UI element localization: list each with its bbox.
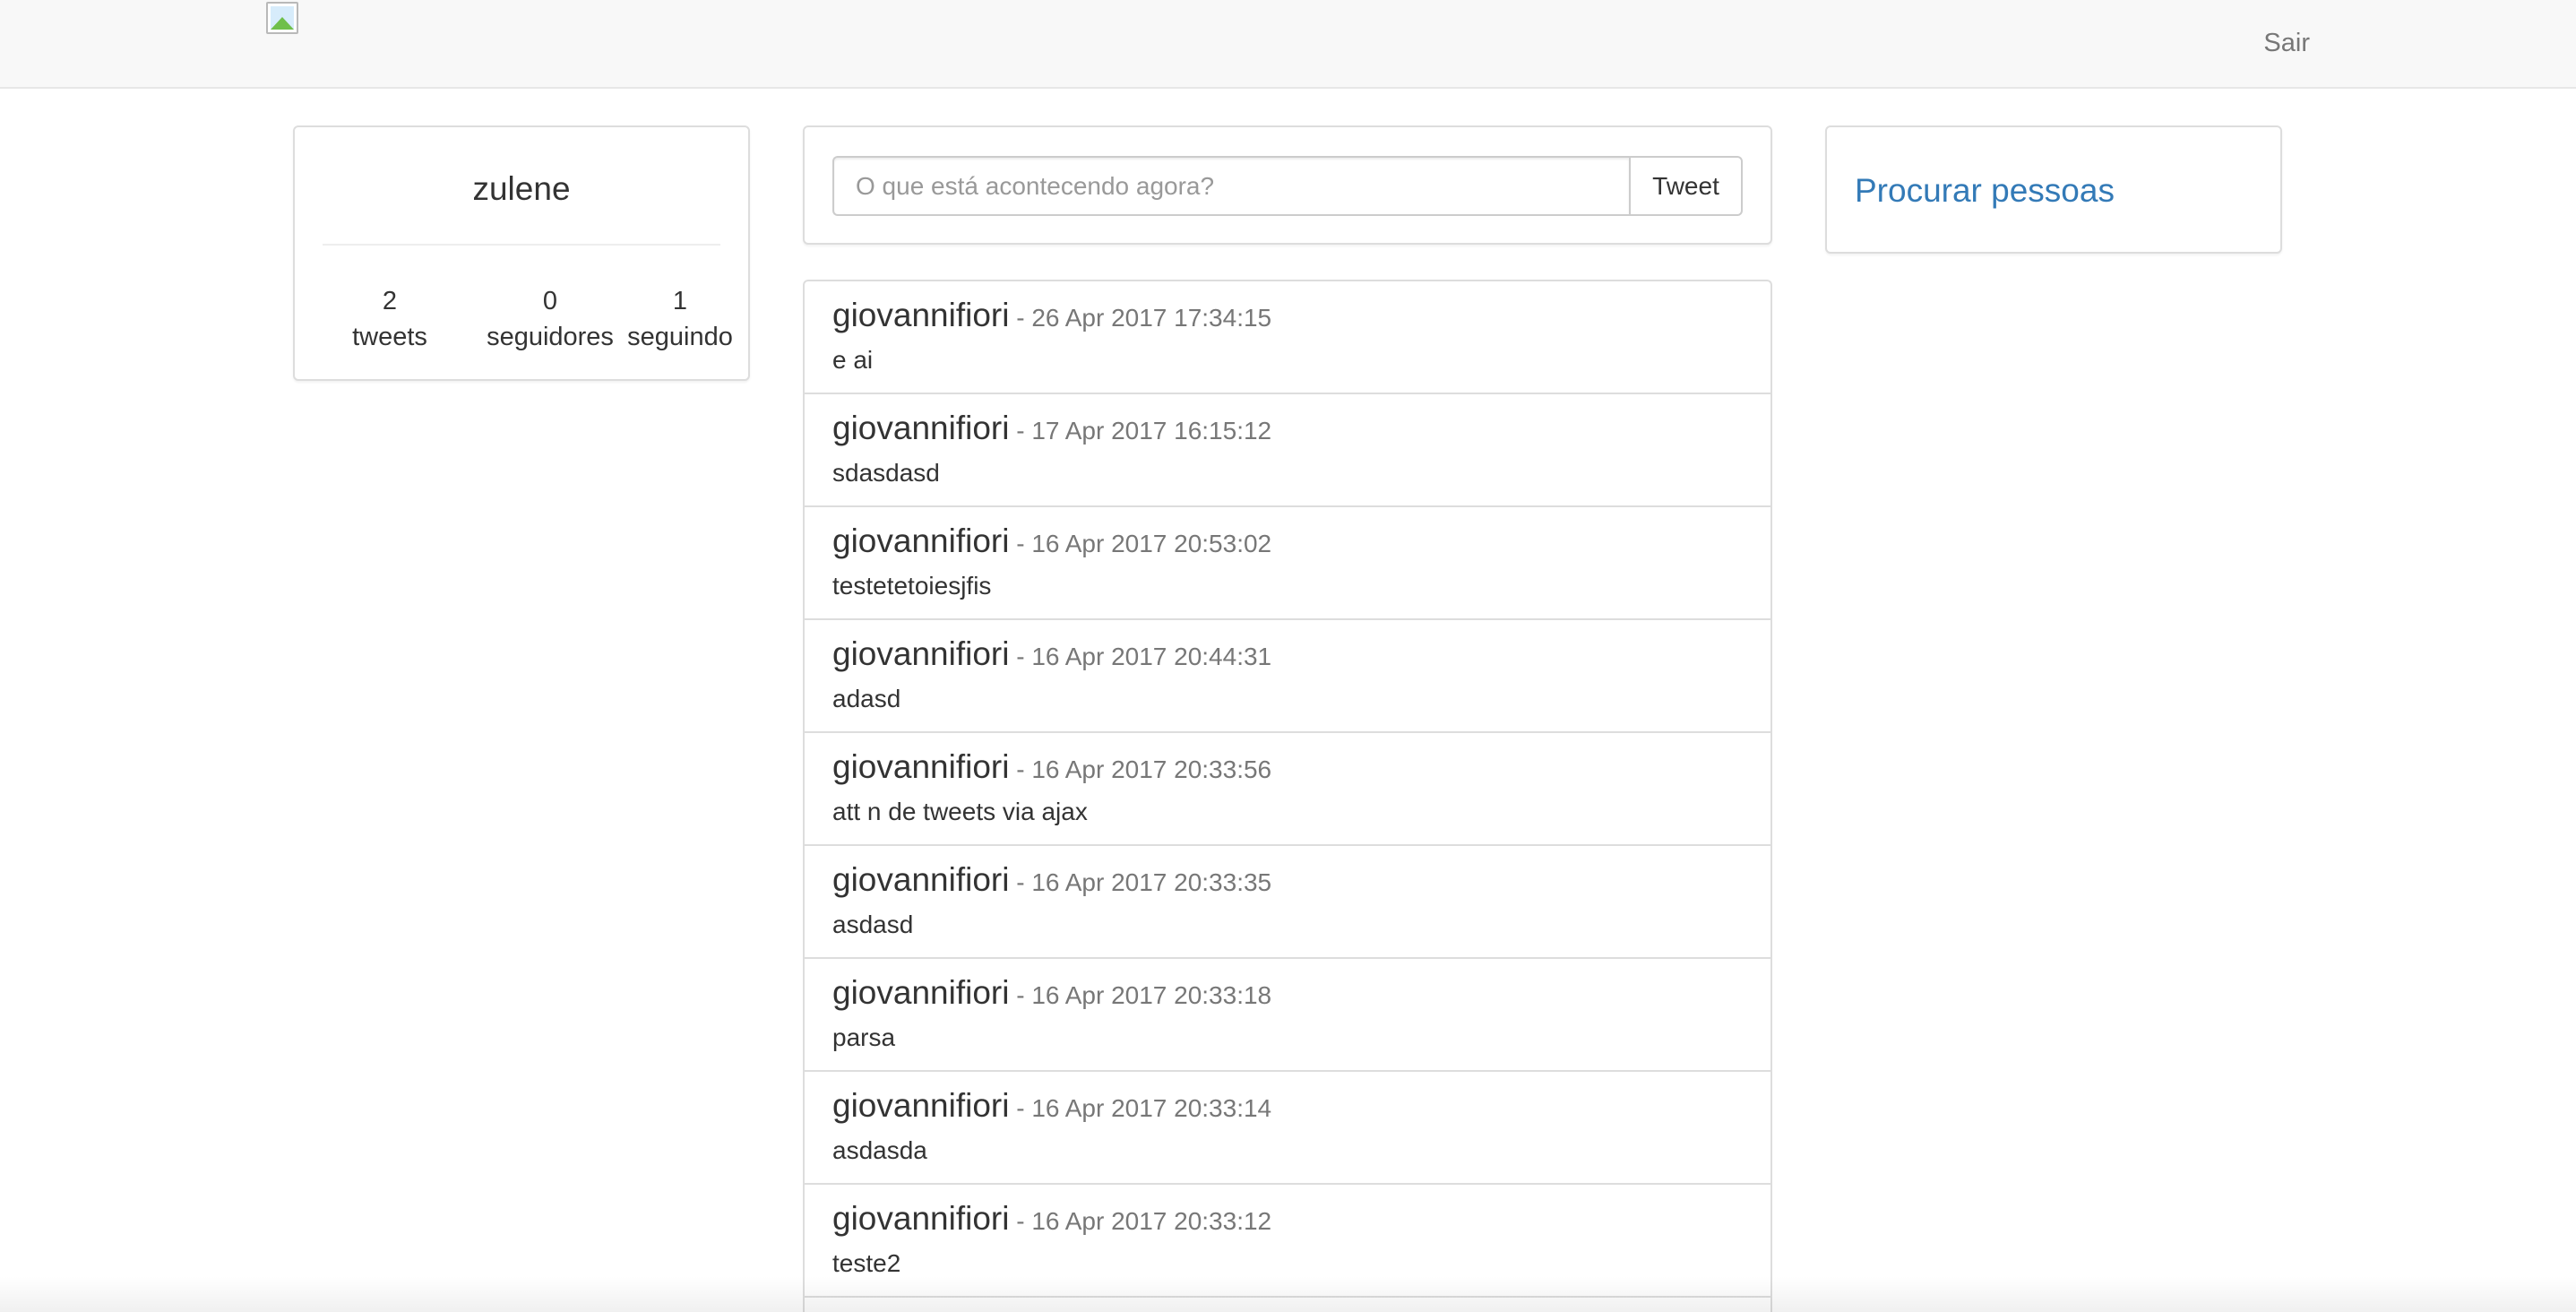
tweet-text: asdasd [832, 911, 914, 938]
profile-username: zulene [472, 170, 571, 207]
tweet-text: adasd [832, 685, 901, 712]
tweet-date: - 16 Apr 2017 20:33:14 [1009, 1094, 1272, 1122]
tweet-date: - 16 Apr 2017 20:44:31 [1009, 643, 1272, 670]
list-item: giovannifiori - 17 Apr 2017 16:15:12 sda… [805, 394, 1770, 507]
compose-input-group: Tweet [832, 156, 1743, 216]
stat-followers[interactable]: 0 seguidores [456, 283, 644, 355]
tweet-date: - 16 Apr 2017 20:33:18 [1009, 981, 1272, 1009]
tweet-author[interactable]: giovannifiori [832, 635, 1009, 672]
tweet-author[interactable]: giovannifiori [832, 748, 1009, 785]
tweet-date: - 16 Apr 2017 20:33:56 [1009, 755, 1272, 783]
tweet-date: - 16 Apr 2017 20:33:35 [1009, 868, 1272, 896]
tweet-text: parsa [832, 1023, 896, 1051]
compose-card: Tweet [803, 125, 1772, 245]
list-item: giovannifiori - 26 Apr 2017 17:34:15 e a… [805, 281, 1770, 394]
tweet-date: - 16 Apr 2017 20:33:12 [1009, 1207, 1272, 1235]
profile-divider [323, 244, 720, 246]
tweet-feed: giovannifiori - 26 Apr 2017 17:34:15 e a… [803, 280, 1772, 1312]
list-item: giovannifiori - 16 Apr 2017 20:33:35 asd… [805, 846, 1770, 959]
list-item: giovannifiori - 16 Apr 2017 20:33:56 att… [805, 733, 1770, 846]
stat-tweets-label: tweets [352, 323, 427, 351]
tweet-author[interactable]: giovannifiori [832, 410, 1009, 446]
stat-following-count: 1 [672, 287, 688, 315]
tweet-author[interactable]: giovannifiori [832, 297, 1009, 333]
tweet-text: testetetoiesjfis [832, 572, 992, 600]
stat-following-label: seguindo [627, 323, 733, 351]
tweet-text: sdasdasd [832, 459, 940, 487]
tweet-text: e ai [832, 346, 874, 374]
tweet-date: - 26 Apr 2017 17:34:15 [1009, 304, 1272, 332]
list-item: giovannifiori - 16 Apr 2017 20:53:02 tes… [805, 507, 1770, 620]
list-item: giovannifiori - 16 Apr 2017 20:44:31 ada… [805, 620, 1770, 733]
stat-followers-count: 0 [542, 287, 558, 315]
tweet-text: att n de tweets via ajax [832, 798, 1088, 825]
stat-following[interactable]: 1 seguindo [619, 283, 741, 355]
list-item: giovannifiori - 16 Apr 2017 20:33:18 par… [805, 959, 1770, 1072]
broken-image-icon[interactable] [266, 2, 298, 34]
tweet-date: - 17 Apr 2017 16:15:12 [1009, 417, 1272, 445]
tweet-author[interactable]: giovannifiori [832, 1087, 1009, 1124]
tweet-button[interactable]: Tweet [1629, 156, 1743, 216]
list-item: giovannifiori - 16 Apr 2017 20:33:14 asd… [805, 1072, 1770, 1185]
search-people-link[interactable]: Procurar pessoas [1855, 170, 2115, 211]
list-item: giovannifiori - 16 Apr 2017 20:33:12 tes… [805, 1185, 1770, 1298]
navbar: Sair [0, 0, 2576, 89]
profile-card: zulene 2 tweets 0 seguidores 1 seguindo [293, 125, 750, 381]
tweet-author[interactable]: giovannifiori [832, 1200, 1009, 1237]
tweet-author[interactable]: giovannifiori [832, 974, 1009, 1011]
tweet-author[interactable]: giovannifiori [832, 522, 1009, 559]
search-people-card: Procurar pessoas [1825, 125, 2282, 254]
stat-followers-label: seguidores [487, 323, 614, 351]
tweet-text: asdasda [832, 1136, 927, 1164]
stat-tweets-count: 2 [382, 287, 398, 315]
tweet-text: teste2 [832, 1249, 901, 1277]
stat-tweets[interactable]: 2 tweets [323, 283, 457, 355]
tweet-author[interactable]: giovannifiori [832, 861, 1009, 898]
logout-link[interactable]: Sair [2263, 27, 2310, 59]
tweet-input[interactable] [832, 156, 1629, 216]
tweet-date: - 16 Apr 2017 20:53:02 [1009, 530, 1272, 557]
